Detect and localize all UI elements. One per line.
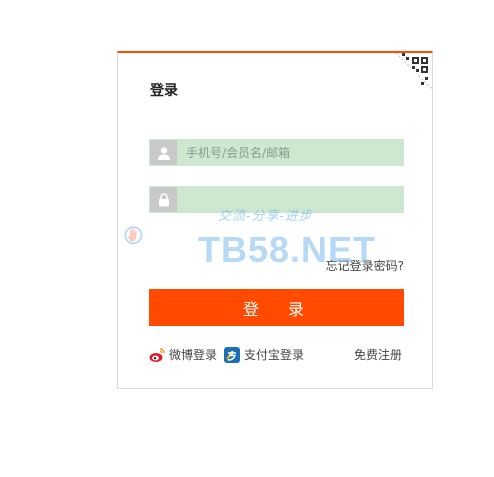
weibo-login-link[interactable]: 微博登录: [149, 346, 217, 363]
account-field: [149, 139, 404, 166]
weibo-icon: [149, 347, 165, 363]
account-input[interactable]: [178, 140, 403, 165]
alipay-icon: [224, 346, 240, 363]
lock-icon: [150, 187, 177, 212]
login-button[interactable]: 登 录: [149, 289, 404, 326]
watermark-brand: TB58.NET: [198, 229, 377, 270]
alipay-login-link[interactable]: 支付宝登录: [224, 346, 304, 363]
login-title: 登录: [150, 83, 178, 99]
register-link[interactable]: 免费注册: [354, 346, 402, 363]
watermark-slogan: 交流-分享-进步: [218, 209, 313, 224]
user-icon: [150, 140, 177, 165]
qrcode-login-toggle[interactable]: [396, 53, 432, 89]
weibo-login-label: 微博登录: [169, 348, 218, 362]
qrcode-icon: [396, 53, 432, 89]
alipay-login-label: 支付宝登录: [244, 348, 305, 362]
